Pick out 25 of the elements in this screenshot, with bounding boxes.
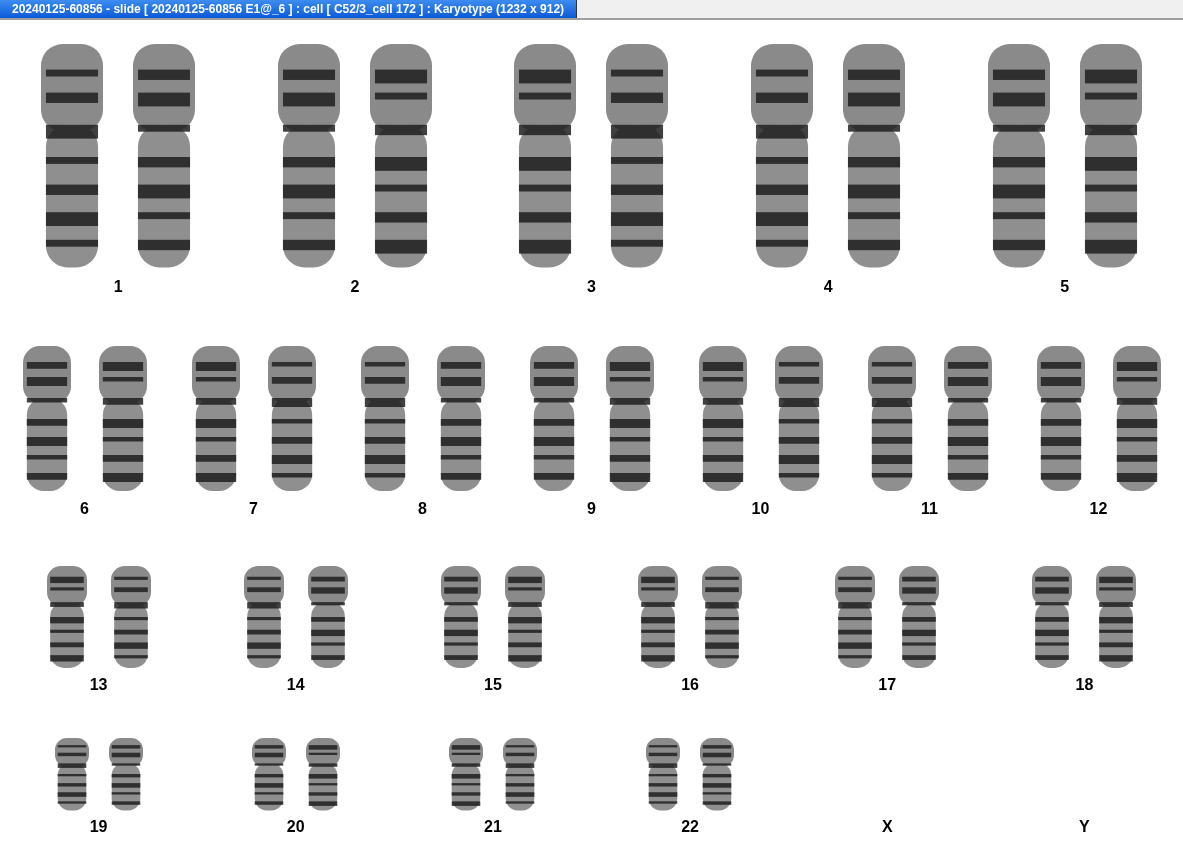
chromosome-label: 15	[484, 676, 502, 694]
chromosome-label: 3	[587, 278, 596, 296]
chromosome-label: 2	[350, 278, 360, 296]
chromosome-label: 17	[878, 676, 897, 694]
chromosome-label: 6	[80, 500, 89, 518]
chromosome-label: 16	[681, 676, 699, 694]
chromosome-label: X	[881, 818, 893, 836]
chromosome-label: Y	[1079, 818, 1090, 836]
chromosome-label: 8	[418, 500, 427, 518]
chromosome-label: 12	[1089, 500, 1108, 518]
chromosome-label: 1	[113, 278, 123, 296]
chromosome-label: 9	[587, 500, 596, 518]
window-title: 20240125-60856 - slide [ 20240125-60856 E1@_6 ] : cell [ C52/3_cell 172 ] : Karyotype (1232 x 912)	[0, 0, 578, 18]
chromosome-label: 19	[89, 818, 108, 836]
chromosome-label: 4	[823, 278, 833, 296]
chromosome-label: 20	[286, 818, 305, 836]
chromosome-label: 22	[681, 818, 699, 836]
chromosome-label: 21	[484, 818, 502, 836]
chromosome-label: 18	[1075, 676, 1094, 694]
chromosome-label: 11	[921, 500, 938, 518]
chromosome-label: 14	[286, 676, 305, 694]
chromosome-label: 7	[249, 500, 258, 518]
chromosome-label: 13	[89, 676, 108, 694]
chromosome-label: 10	[751, 500, 770, 518]
chromosome-label: 5	[1060, 278, 1070, 296]
